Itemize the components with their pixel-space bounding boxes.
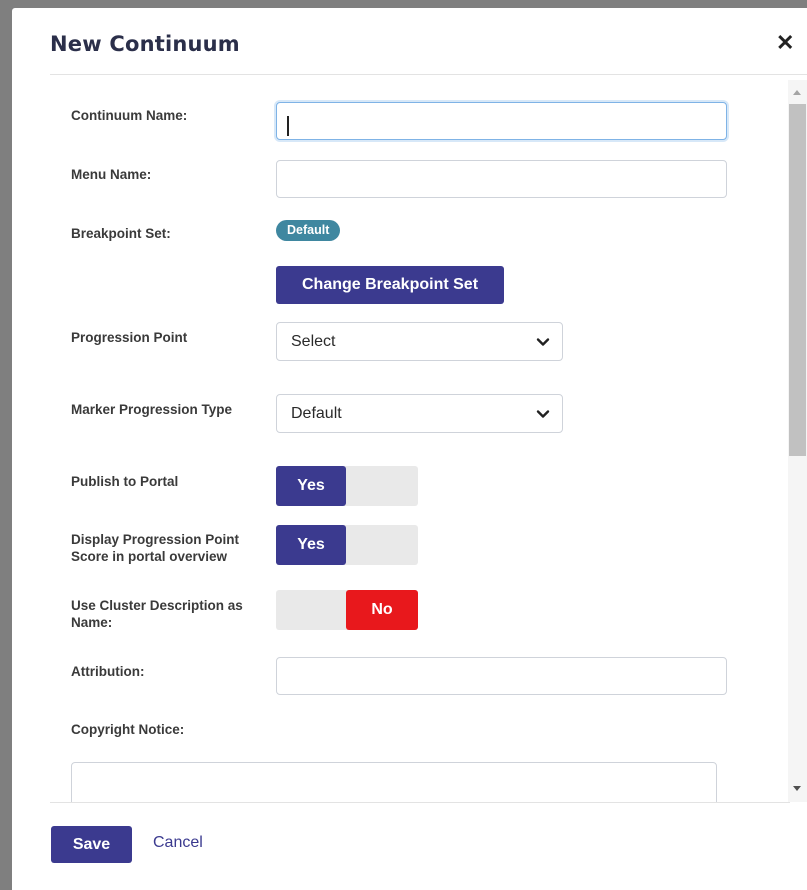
use-cluster-description-label: Use Cluster Description as Name: bbox=[71, 597, 271, 631]
display-progression-point-label-line2: Score in portal overview bbox=[71, 549, 228, 564]
copyright-notice-label: Copyright Notice: bbox=[71, 722, 185, 737]
publish-to-portal-toggle[interactable]: Yes bbox=[276, 466, 418, 506]
menu-name-input[interactable] bbox=[276, 160, 727, 198]
breakpoint-set-badge: Default bbox=[276, 220, 341, 241]
scroll-up-arrow-icon[interactable] bbox=[793, 90, 801, 95]
progression-point-label: Progression Point bbox=[71, 330, 188, 345]
progression-point-value: Select bbox=[291, 333, 336, 350]
chevron-down-icon bbox=[536, 410, 550, 418]
footer-divider bbox=[50, 802, 790, 803]
dialog-title: New Continuum bbox=[50, 32, 240, 56]
display-progression-point-label: Display Progression Point Score in porta… bbox=[71, 531, 271, 565]
marker-progression-type-label: Marker Progression Type bbox=[71, 402, 233, 417]
publish-to-portal-label: Publish to Portal bbox=[71, 474, 179, 489]
scrollbar-thumb[interactable] bbox=[789, 104, 806, 456]
attribution-label: Attribution: bbox=[71, 664, 145, 679]
scroll-down-arrow-icon[interactable] bbox=[793, 786, 801, 791]
continuum-name-label: Continuum Name: bbox=[71, 108, 188, 123]
cancel-link[interactable]: Cancel bbox=[153, 834, 203, 852]
save-button[interactable]: Save bbox=[51, 826, 132, 863]
use-cluster-description-label-line2: Name: bbox=[71, 615, 113, 630]
header-divider bbox=[50, 74, 807, 75]
chevron-down-icon bbox=[536, 338, 550, 346]
toggle-yes: Yes bbox=[276, 466, 346, 506]
toggle-yes: Yes bbox=[276, 525, 346, 565]
change-breakpoint-set-button[interactable]: Change Breakpoint Set bbox=[276, 266, 504, 304]
progression-point-select[interactable]: Select bbox=[276, 322, 563, 361]
text-caret bbox=[287, 116, 289, 136]
marker-progression-type-value: Default bbox=[291, 405, 342, 422]
continuum-name-input[interactable] bbox=[276, 102, 727, 140]
use-cluster-description-label-line1: Use Cluster Description as bbox=[71, 598, 243, 613]
breakpoint-set-label: Breakpoint Set: bbox=[71, 226, 171, 241]
close-icon[interactable]: ✕ bbox=[776, 32, 794, 54]
toggle-no: No bbox=[346, 590, 418, 630]
new-continuum-dialog: New Continuum ✕ Continuum Name: Menu Nam… bbox=[12, 8, 807, 890]
attribution-input[interactable] bbox=[276, 657, 727, 695]
display-progression-point-toggle[interactable]: Yes bbox=[276, 525, 418, 565]
menu-name-label: Menu Name: bbox=[71, 167, 152, 182]
use-cluster-description-toggle[interactable]: No bbox=[276, 590, 418, 630]
display-progression-point-label-line1: Display Progression Point bbox=[71, 532, 240, 547]
marker-progression-type-select[interactable]: Default bbox=[276, 394, 563, 433]
